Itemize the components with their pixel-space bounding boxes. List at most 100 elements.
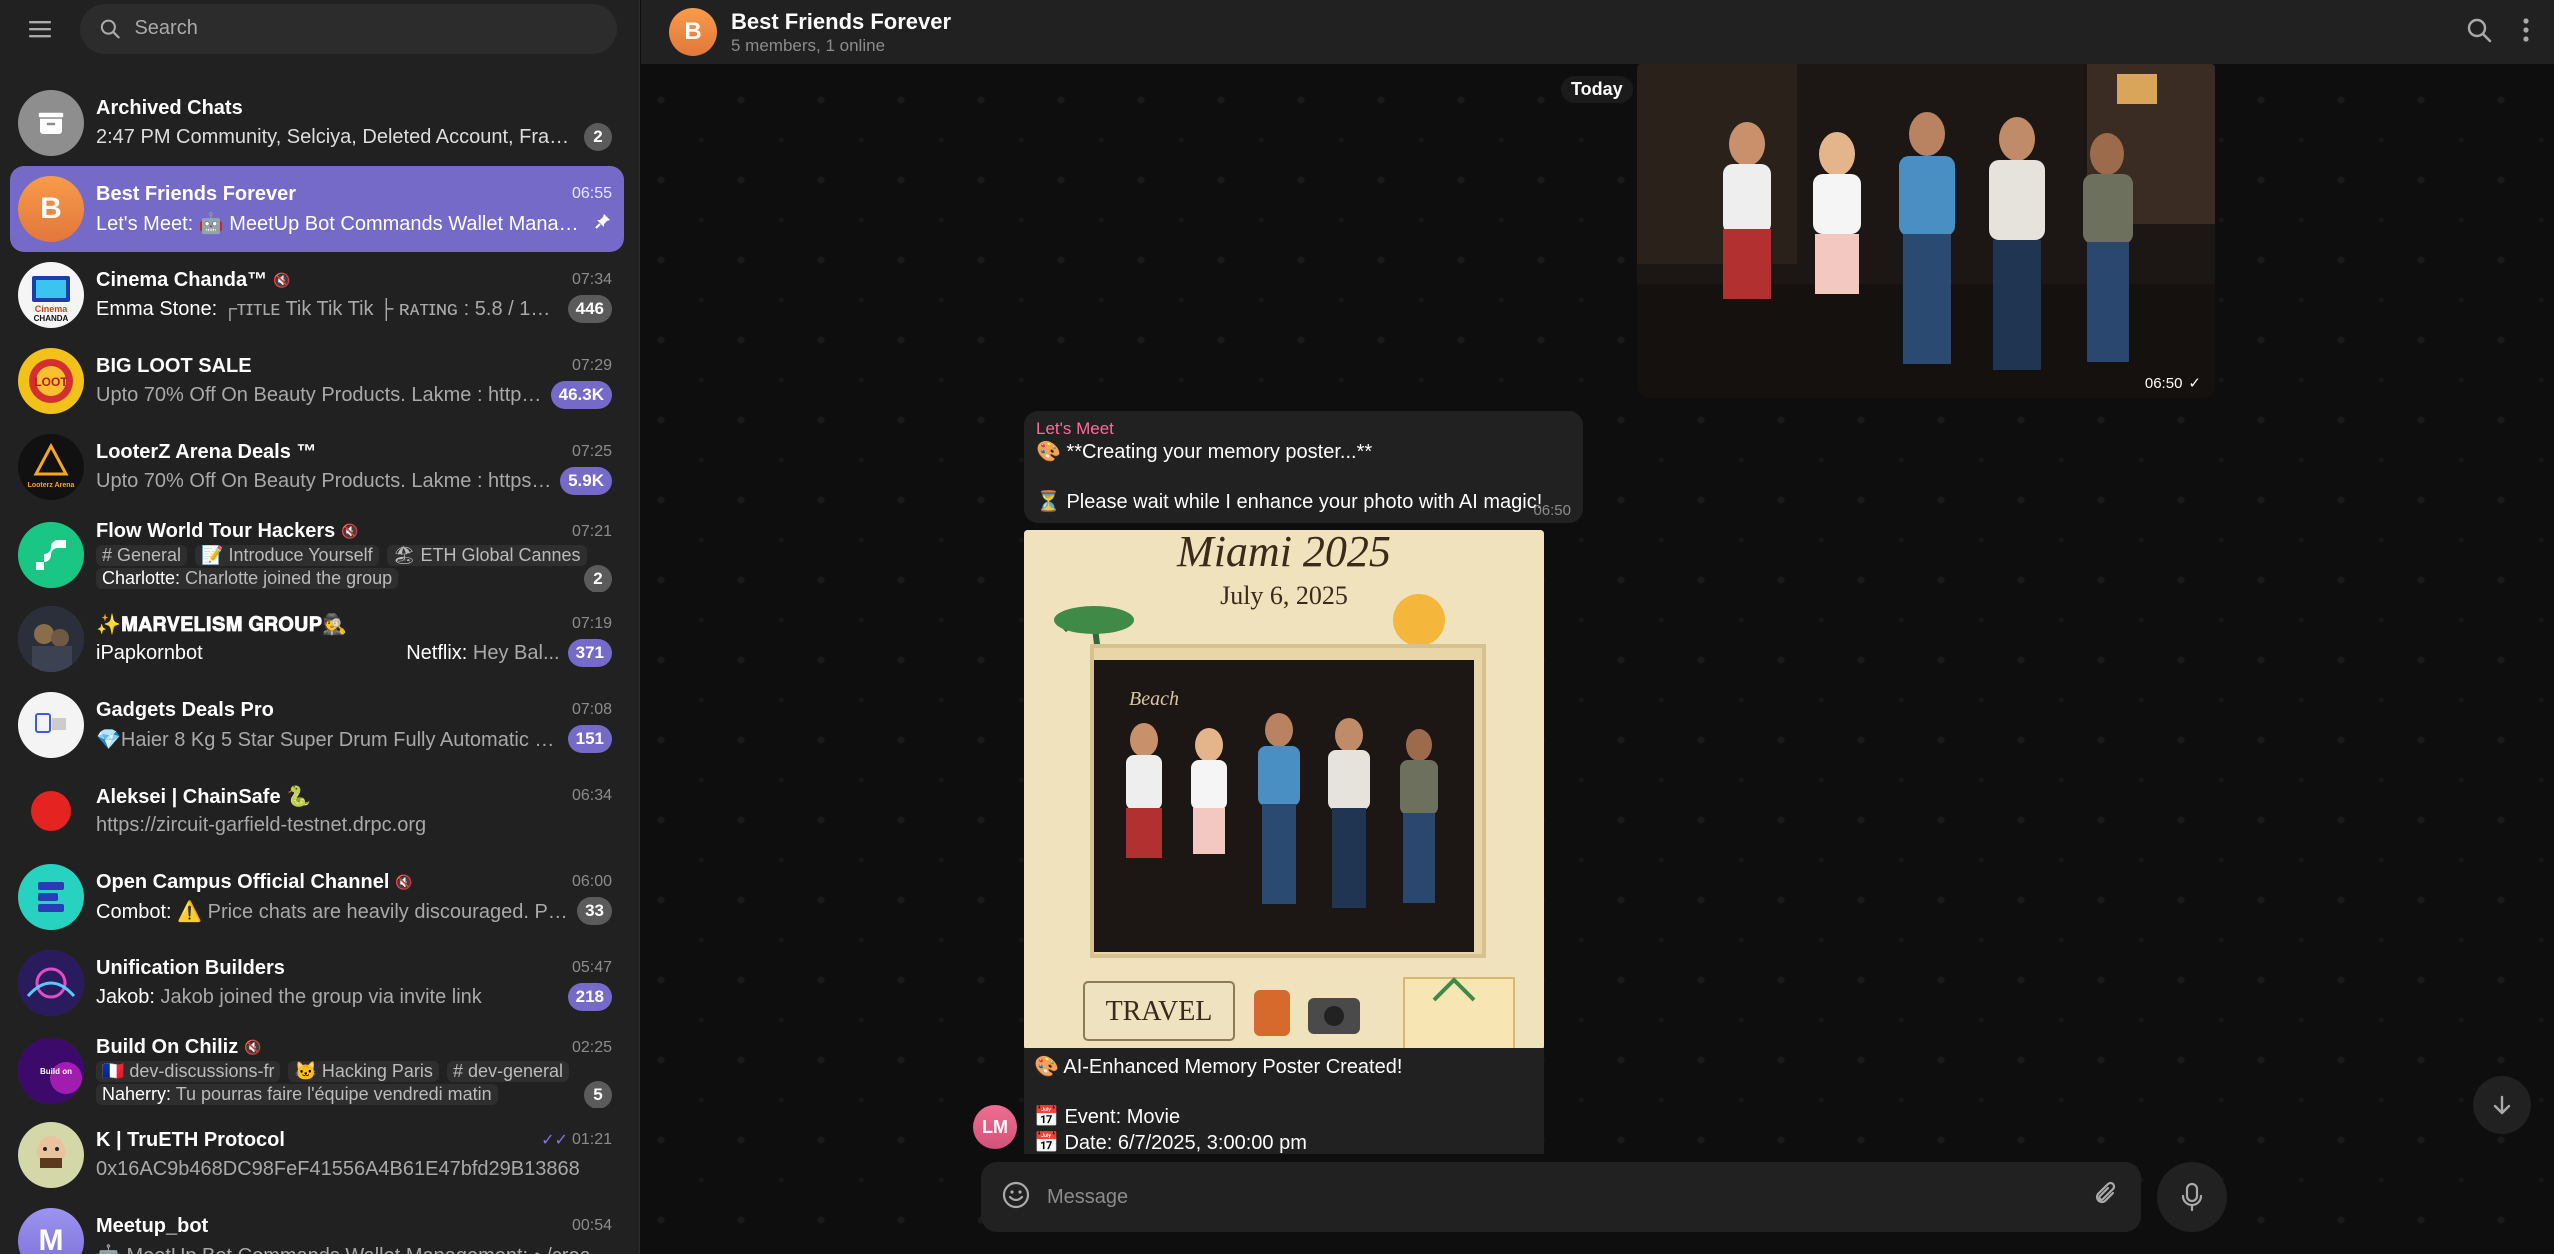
chat-title: Open Campus Official Channel bbox=[96, 870, 390, 893]
avatar bbox=[18, 1122, 84, 1188]
avatar bbox=[18, 522, 84, 588]
avatar: Cinema CHANDA bbox=[18, 262, 84, 328]
avatar: B bbox=[18, 176, 84, 242]
more-options-icon[interactable] bbox=[2522, 17, 2530, 48]
chat-item-gadgets-deals-pro[interactable]: Gadgets Deals Pro 07:08 💎Haier 8 Kg 5 Sta… bbox=[10, 682, 624, 768]
sender-avatar[interactable]: LM bbox=[973, 1105, 1017, 1149]
poster-date: July 6, 2025 bbox=[1220, 581, 1348, 610]
chat-item-open-campus[interactable]: Open Campus Official Channel 🔇 06:00 Combo… bbox=[10, 854, 624, 940]
header-info[interactable]: Best Friends Forever 5 members, 1 online bbox=[731, 9, 951, 56]
chat-item-marvelism-group[interactable]: ✨𝐌𝐀𝐑𝐕𝐄𝐋𝐈𝐒𝐌 𝐆𝐑𝐎𝐔𝐏🕵 07:19 iPapkornbot Netfli… bbox=[10, 596, 624, 682]
photo-message[interactable]: 06:50 ✓ bbox=[1637, 64, 2215, 398]
avatar bbox=[18, 864, 84, 930]
memory-poster-image[interactable]: Miami 2025 July 6, 2025 Beach TRAVEL bbox=[1024, 530, 1544, 1050]
chat-time: 07:19 bbox=[571, 615, 612, 632]
group-photo bbox=[1637, 64, 2215, 398]
chat-preview: 🤖 MeetUp Bot Commands Wallet Management:… bbox=[96, 1243, 612, 1254]
header-avatar[interactable]: B bbox=[669, 8, 717, 56]
unread-badge: 2 bbox=[584, 564, 612, 592]
scroll-down-button[interactable] bbox=[2473, 1076, 2531, 1134]
poster-frame-label: Beach bbox=[1129, 688, 1179, 710]
chat-item-looterz-arena[interactable]: Looterz Arena LooterZ Arena Deals ™ 07:25… bbox=[10, 424, 624, 510]
muted-icon: 🔇 bbox=[244, 1039, 262, 1055]
topic-eth-global-cannes[interactable]: 🏖 ETH Global Cannes bbox=[386, 544, 587, 566]
unread-badge: 2 bbox=[584, 123, 612, 151]
chat-time: 05:47 bbox=[571, 959, 612, 976]
chat-item-unification-builders[interactable]: Unification Builders 05:47 Jakob: Jakob j… bbox=[10, 940, 624, 1026]
microphone-icon bbox=[2181, 1182, 2203, 1212]
date-separator: Today bbox=[1561, 76, 1633, 103]
message-composer bbox=[981, 1162, 2141, 1232]
poster-title: Miami 2025 bbox=[1176, 530, 1391, 576]
unread-badge: 5 bbox=[584, 1080, 612, 1108]
chat-header[interactable]: B Best Friends Forever 5 members, 1 onli… bbox=[641, 0, 2554, 64]
avatar: LOOT bbox=[18, 348, 84, 414]
chat-title: Flow World Tour Hackers bbox=[96, 520, 336, 542]
chat-title: Gadgets Deals Pro bbox=[96, 698, 274, 721]
chat-item-archived[interactable]: Archived Chats 2:47 PM Community, Selciy… bbox=[10, 80, 624, 166]
chat-item-meetup-bot[interactable]: M Meetup_bot 00:54 🤖 MeetUp Bot Commands … bbox=[10, 1198, 624, 1254]
poster-caption[interactable]: 🎨 AI-Enhanced Memory Poster Created! 📅 E… bbox=[1024, 1048, 1544, 1154]
chat-item-trueth-protocol[interactable]: K | TruETH Protocol ✓✓ 01:21 0x16AC9b468DC… bbox=[10, 1112, 624, 1198]
chat-item-big-loot-sale[interactable]: LOOT BIG LOOT SALE 07:29 Upto 70% Off On … bbox=[10, 338, 624, 424]
muted-icon: 🔇 bbox=[273, 271, 291, 288]
sidebar-header bbox=[0, 0, 639, 57]
topic-dev-general[interactable]: # dev-general bbox=[446, 1060, 570, 1082]
unread-badge: 5.9K bbox=[560, 467, 612, 495]
topic-general[interactable]: # General bbox=[96, 544, 188, 566]
chat-item-aleksei-chainsafe[interactable]: Aleksei | ChainSafe 🐍 06:34 https://zircu… bbox=[10, 768, 624, 854]
chat-item-flow-world-tour-hackers[interactable]: Flow World Tour Hackers 🔇 07:21 # General … bbox=[10, 510, 624, 600]
chat-time: 02:25 bbox=[571, 1038, 612, 1056]
svg-text:Build on: Build on bbox=[40, 1067, 72, 1076]
caption-line: 🎨 AI-Enhanced Memory Poster Created! bbox=[1034, 1056, 1403, 1078]
caption-line: 📅 Date: 6/7/2025, 3:00:00 pm bbox=[1034, 1132, 1307, 1154]
header-subtitle: 5 members, 1 online bbox=[731, 35, 886, 55]
topic-dev-discussions-fr[interactable]: 🇫🇷 dev-discussions-fr bbox=[96, 1060, 281, 1082]
topic-hacking-paris[interactable]: 🐱 Hacking Paris bbox=[288, 1060, 439, 1082]
search-icon[interactable] bbox=[2466, 17, 2492, 48]
chat-title: K | TruETH Protocol bbox=[96, 1128, 285, 1151]
chat-title: Aleksei | ChainSafe 🐍 bbox=[96, 785, 312, 808]
photo-timestamp: 06:50 ✓ bbox=[2145, 374, 2201, 393]
muted-icon: 🔇 bbox=[341, 523, 359, 539]
chat-time: 00:54 bbox=[571, 1217, 612, 1234]
archive-icon bbox=[18, 90, 84, 156]
svg-text:LOOT: LOOT bbox=[34, 375, 68, 389]
message-input[interactable] bbox=[1047, 1185, 2077, 1209]
emoji-icon[interactable] bbox=[1001, 1180, 1031, 1215]
chat-preview: 💎Haier 8 Kg 5 Star Super Drum Fully Auto… bbox=[96, 728, 560, 751]
microphone-button[interactable] bbox=[2157, 1162, 2227, 1232]
telegram-app: Archived Chats 2:47 PM Community, Selciy… bbox=[0, 0, 2554, 1254]
chat-preview: Jakob joined the group via invite link bbox=[154, 985, 482, 1008]
caption-line: 📅 Event: Movie bbox=[1034, 1106, 1181, 1128]
message-sender[interactable]: Let's Meet bbox=[1036, 419, 1571, 439]
chat-title: Archived Chats bbox=[96, 96, 243, 119]
chat-preview: 0x16AC9b468DC98FeF41556A4B61E47bfd29B138… bbox=[96, 1157, 580, 1180]
chat-item-build-on-chiliz[interactable]: Build on Build On Chiliz 🔇 02:25 🇫🇷 dev-di… bbox=[10, 1026, 624, 1116]
svg-text:Looterz Arena: Looterz Arena bbox=[28, 482, 75, 489]
topic-introduce-yourself[interactable]: 📝 Introduce Yourself bbox=[195, 544, 379, 566]
menu-icon[interactable] bbox=[20, 9, 60, 49]
chat-item-best-friends-forever[interactable]: B Best Friends Forever 06:55 Let's Meet: … bbox=[10, 166, 624, 252]
sidebar: Archived Chats 2:47 PM Community, Selciy… bbox=[0, 0, 640, 1254]
chat-time: 07:34 bbox=[571, 271, 612, 288]
chat-time: 07:08 bbox=[571, 701, 612, 718]
chat-item-cinema-chanda[interactable]: Cinema CHANDA Cinema Chanda™ 🔇 07:34 Emma S… bbox=[10, 252, 624, 338]
search-input[interactable] bbox=[134, 17, 597, 40]
chat-preview: Upto 70% Off On Beauty Products. Lakme :… bbox=[96, 383, 543, 406]
svg-text:Cinema: Cinema bbox=[35, 304, 69, 314]
chat-preview: Tu pourras faire l'équipe vendredi matin bbox=[171, 1084, 492, 1104]
chat-preview: Upto 70% Off On Beauty Products. Lakme :… bbox=[96, 469, 553, 492]
preview-sender: Netflix: bbox=[406, 641, 468, 664]
avatar bbox=[18, 606, 84, 672]
svg-text:CHANDA: CHANDA bbox=[34, 314, 69, 323]
chat-panel: B Best Friends Forever 5 members, 1 onli… bbox=[641, 0, 2554, 1254]
chat-preview: ⚠️ Price chats are heavily discouraged. … bbox=[171, 900, 570, 923]
attach-icon[interactable] bbox=[2093, 1181, 2121, 1214]
chat-preview: 2:47 PM Community, Selciya, Deleted Acco… bbox=[96, 125, 576, 148]
search-box[interactable] bbox=[80, 3, 617, 54]
chat-preview: Charlotte joined the group bbox=[180, 568, 393, 588]
muted-icon: 🔇 bbox=[395, 873, 413, 890]
chat-title: Best Friends Forever bbox=[96, 182, 297, 205]
incoming-message[interactable]: Let's Meet 🎨 **Creating your memory post… bbox=[1024, 411, 1583, 523]
